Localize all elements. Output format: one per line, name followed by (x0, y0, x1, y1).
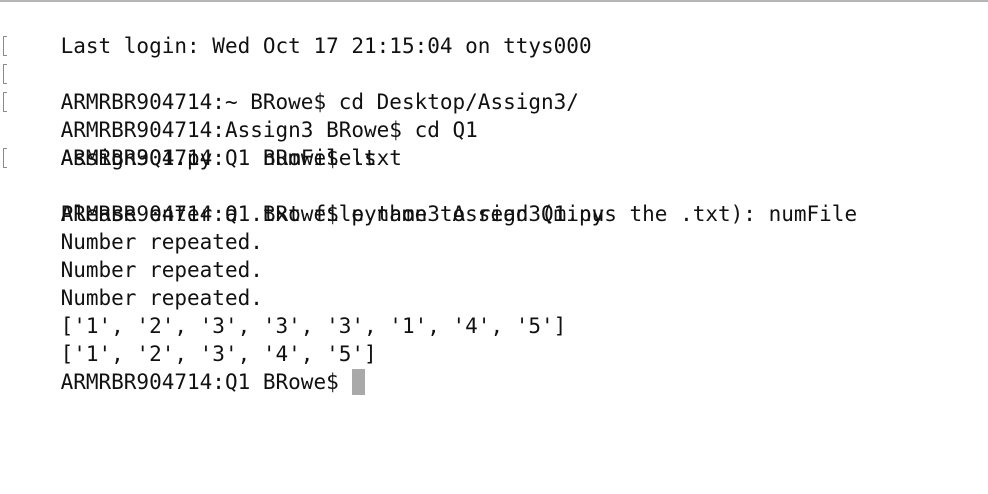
terminal-line-number-repeated-3: Number repeated. (10, 256, 988, 310)
prompt-text: ARMRBR904714:Q1 BRowe$ (60, 370, 352, 394)
terminal-line-python3: ARMRBR904714:Q1 BRowe$ python3 Assign3Q1… (3, 144, 988, 226)
terminal-line-number-repeated-1: Number repeated. (10, 200, 988, 254)
mark-bracket-icon (3, 36, 7, 56)
terminal-output[interactable]: Last login: Wed Oct 17 21:15:04 on ttys0… (0, 4, 988, 494)
window-top-border (0, 0, 988, 2)
terminal-line-input-prompt: Please enter a .txt file name to read (m… (10, 172, 988, 226)
cursor-block-icon (352, 369, 366, 395)
terminal-line-cd-q1: ARMRBR904714:Assign3 BRowe$ cd Q1 (3, 60, 988, 142)
terminal-line-current-prompt[interactable]: ARMRBR904714:Q1 BRowe$ (10, 340, 988, 395)
mark-bracket-icon (3, 92, 7, 112)
terminal-line-ls: ARMRBR904714:Q1 BRowe$ ls (3, 88, 988, 170)
terminal-line-list-unique: ['1', '2', '3', '4', '5'] (10, 312, 988, 366)
mark-bracket-icon (3, 64, 7, 84)
mark-bracket-icon (3, 148, 7, 168)
terminal-line-last-login: Last login: Wed Oct 17 21:15:04 on ttys0… (10, 4, 988, 58)
terminal-line-number-repeated-2: Number repeated. (10, 228, 988, 282)
terminal-line-cd-desktop: ARMRBR904714:~ BRowe$ cd Desktop/Assign3… (3, 32, 988, 114)
terminal-line-list-original: ['1', '2', '3', '3', '3', '1', '4', '5'] (10, 284, 988, 338)
terminal-line-ls-output: Assign3Q1.py numFile.txt (10, 116, 988, 170)
